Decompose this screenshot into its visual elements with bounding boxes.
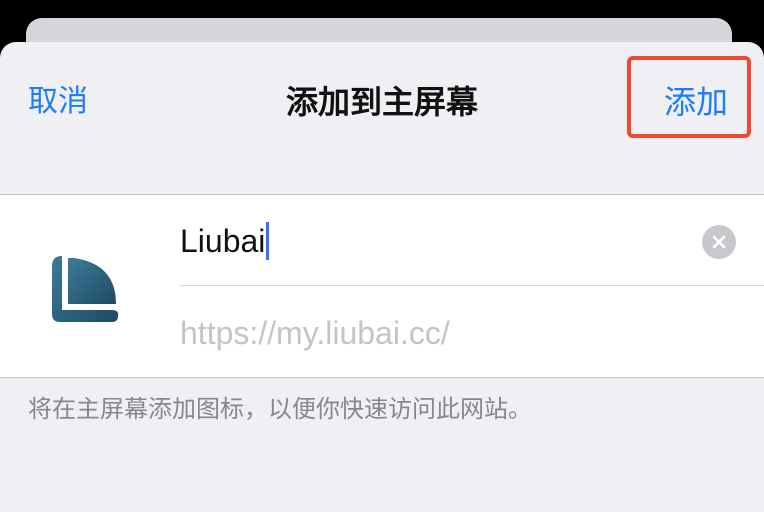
text-cursor — [266, 222, 270, 260]
add-to-home-sheet: 取消 添加到主屏幕 添加 Liubai https://my.liubai.cc… — [0, 42, 764, 512]
clear-button[interactable] — [702, 225, 736, 259]
name-field-value: Liubai — [180, 223, 266, 259]
liubai-app-icon — [52, 256, 118, 322]
field-divider — [180, 285, 764, 286]
hint-text: 将在主屏幕添加图标，以便你快速访问此网站。 — [28, 395, 532, 423]
name-field[interactable]: Liubai — [180, 221, 270, 261]
add-button-highlight — [627, 56, 751, 138]
bookmark-form: Liubai https://my.liubai.cc/ — [0, 194, 764, 378]
close-icon — [712, 235, 726, 249]
url-field: https://my.liubai.cc/ — [180, 315, 450, 351]
